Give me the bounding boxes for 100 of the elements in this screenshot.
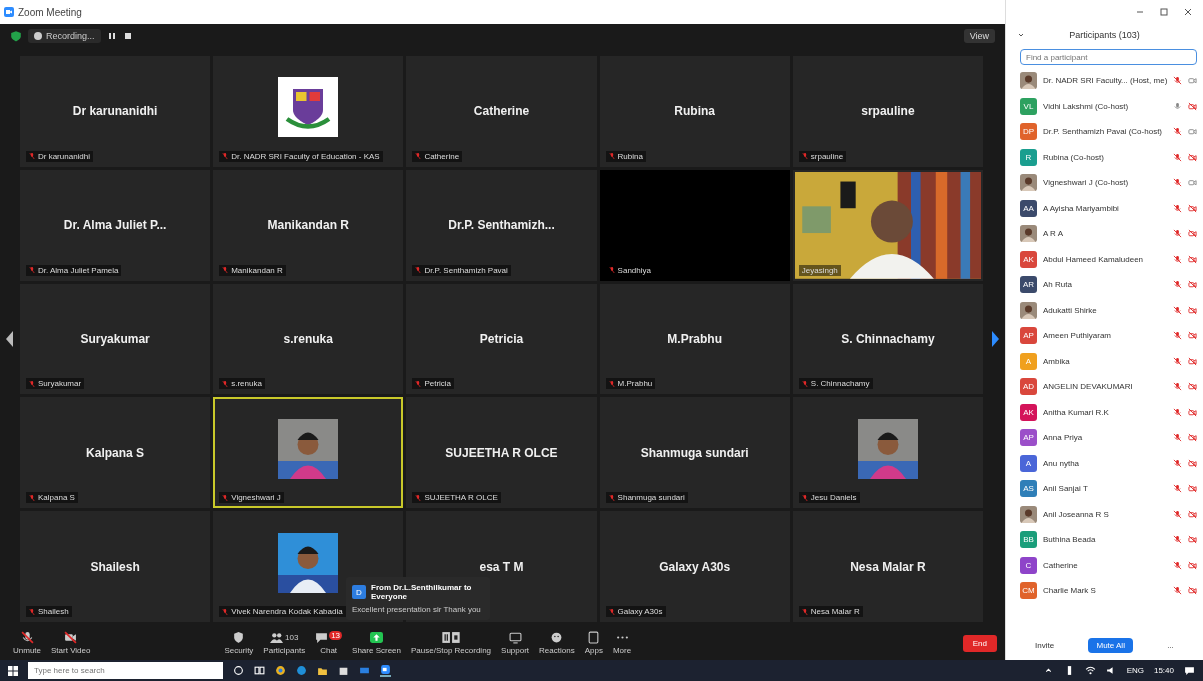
participant-item[interactable]: A R A <box>1020 221 1197 247</box>
pause-icon[interactable] <box>106 31 117 41</box>
participant-item[interactable]: AS Anil Sanjai T <box>1020 476 1197 502</box>
participant-name: Petricia <box>479 332 524 346</box>
participant-item[interactable]: BB Buthina Beada <box>1020 527 1197 553</box>
mail-icon[interactable] <box>359 665 370 676</box>
camera-icon[interactable] <box>380 664 391 677</box>
participant-name: Rubina (Co-host) <box>1043 152 1105 162</box>
cortana-icon[interactable] <box>233 665 244 676</box>
panel-title: Participants (103) <box>1068 30 1141 40</box>
stop-icon[interactable] <box>122 31 133 41</box>
participant-item[interactable]: AR Ah Ruta <box>1020 272 1197 298</box>
share-button[interactable]: Share Screen <box>349 631 404 655</box>
mic-button[interactable]: Unmute <box>10 631 44 655</box>
window-title: Zoom Meeting <box>18 6 82 18</box>
participant-item[interactable]: AK Anitha Kumari R.K <box>1020 399 1197 425</box>
view-button[interactable]: View <box>963 29 995 43</box>
close-icon[interactable] <box>1183 7 1193 17</box>
participant-item[interactable]: Vigneshwari J (Co-host) <box>1020 170 1197 196</box>
participant-label: M.Prabhu <box>617 379 653 389</box>
avatar: VL <box>1020 97 1037 115</box>
browser-icon[interactable] <box>275 665 286 676</box>
participant-label: Catherine <box>424 151 460 161</box>
browser-icon[interactable] <box>296 665 307 676</box>
participant-label: s.renuka <box>231 379 262 389</box>
participant-item[interactable]: AK Abdul Hameed Kamaludeen <box>1020 246 1197 272</box>
participant-item[interactable]: CM Charlie Mark S <box>1020 578 1197 604</box>
record-button[interactable]: Pause/Stop Recording <box>408 631 495 655</box>
participant-name: Dr.P. Senthamizh Pavai (Co-host) <box>1043 127 1163 137</box>
participant-label: Dr karunanidhi <box>38 151 91 161</box>
mute-all-button[interactable]: Mute All <box>1088 637 1133 653</box>
participant-item[interactable]: A Anu nytha <box>1020 450 1197 476</box>
participant-item[interactable]: Adukatti Shirke <box>1020 297 1197 323</box>
windows-start-icon[interactable] <box>8 665 18 676</box>
participant-label: Suryakumar <box>38 379 82 389</box>
avatar: CM <box>1020 582 1037 600</box>
recording-indicator[interactable]: Recording... <box>28 29 101 43</box>
participant-name: Ameen Puthiyaram <box>1043 331 1113 341</box>
apps-button[interactable]: Apps <box>581 631 606 655</box>
wifi-icon[interactable] <box>1084 665 1096 676</box>
participant-item[interactable]: A Ambika <box>1020 348 1197 374</box>
participant-item[interactable]: AD ANGELIN DEVAKUMARI <box>1020 374 1197 400</box>
chat-button[interactable]: 13 Chat <box>312 631 346 655</box>
participant-item[interactable]: C Catherine <box>1020 552 1197 578</box>
avatar: A <box>1020 352 1037 370</box>
more-button[interactable]: ... <box>1159 637 1182 653</box>
previous-page-arrow[interactable] <box>5 329 15 349</box>
video-button[interactable]: Start Video <box>48 631 94 655</box>
participant-name: esa T M <box>479 559 524 574</box>
participant-name: Kalpana S <box>86 445 145 460</box>
folder-icon[interactable] <box>317 665 328 676</box>
clock[interactable]: 15:40 <box>1153 666 1174 675</box>
avatar: AR <box>1020 276 1037 294</box>
participant-name: SUJEETHA R OLCE <box>445 445 558 460</box>
participant-name: Vidhi Lakshmi (Co-host) <box>1043 101 1130 111</box>
next-page-arrow[interactable] <box>990 329 1000 349</box>
participant-item[interactable]: AP Anna Priya <box>1020 425 1197 451</box>
participant-item[interactable]: R Rubina (Co-host) <box>1020 144 1197 170</box>
participant-name: s.renuka <box>283 332 333 346</box>
participant-item[interactable]: Anil Joseanna R S <box>1020 501 1197 527</box>
shield-icon <box>232 631 246 644</box>
participant-label: Rubina <box>617 151 643 161</box>
support-button[interactable]: Support <box>498 631 533 655</box>
avatar: C <box>1020 556 1037 574</box>
participant-label: srpauline <box>810 151 844 161</box>
participant-name: Buthina Beada <box>1043 535 1097 545</box>
invite-button[interactable]: Invite <box>1027 637 1063 653</box>
participant-item[interactable]: AP Ameen Puthiyaram <box>1020 323 1197 349</box>
avatar: AD <box>1020 378 1037 396</box>
participant-name: Ah Ruta <box>1043 280 1073 290</box>
participant-name: M.Prabhu <box>667 332 723 346</box>
participant-label: Vigneshwari J <box>231 493 281 503</box>
store-icon[interactable] <box>338 665 349 676</box>
participant-name: Manikandan R <box>267 218 349 233</box>
shield-icon[interactable] <box>10 30 22 42</box>
task-view-icon[interactable] <box>254 665 265 676</box>
participant-name: Catherine <box>1043 560 1079 570</box>
end-button[interactable]: End <box>962 634 997 652</box>
people-icon <box>270 631 284 644</box>
people-button[interactable]: 103 Participants <box>260 631 309 655</box>
search-field[interactable]: Find a participant <box>1020 49 1197 65</box>
more-button[interactable]: More <box>609 631 635 655</box>
participant-label: S. Chinnachamy <box>810 379 870 389</box>
smiley-icon <box>550 631 564 644</box>
participant-item[interactable]: VL Vidhi Lakshmi (Co-host) <box>1020 93 1197 119</box>
participant-item[interactable]: Dr. NADR SRI Faculty... (Host, me) <box>1020 68 1197 94</box>
language-indicator[interactable]: ENG <box>1126 666 1144 675</box>
shield-button[interactable]: Security <box>221 631 257 655</box>
participant-name: Rubina <box>674 104 716 119</box>
apps-icon <box>587 631 601 644</box>
camera-icon <box>4 7 14 17</box>
participant-name: Dr. Alma Juliet P... <box>63 218 167 233</box>
notification-icon[interactable] <box>1184 665 1195 676</box>
restore-icon[interactable] <box>1159 7 1169 17</box>
react-button[interactable]: Reactions <box>536 631 578 655</box>
participant-item[interactable]: AA A Ayisha Mariyambibi <box>1020 195 1197 221</box>
participant-item[interactable]: DP Dr.P. Senthamizh Pavai (Co-host) <box>1020 119 1197 145</box>
chat-notification[interactable]: D From Dr.L.Senthilkumar to Everyone Excellent presentation sir Thank you <box>346 577 490 620</box>
participant-name: Vigneshwari J (Co-host) <box>1043 178 1130 188</box>
taskbar-search-field[interactable]: Type here to search <box>28 662 223 679</box>
